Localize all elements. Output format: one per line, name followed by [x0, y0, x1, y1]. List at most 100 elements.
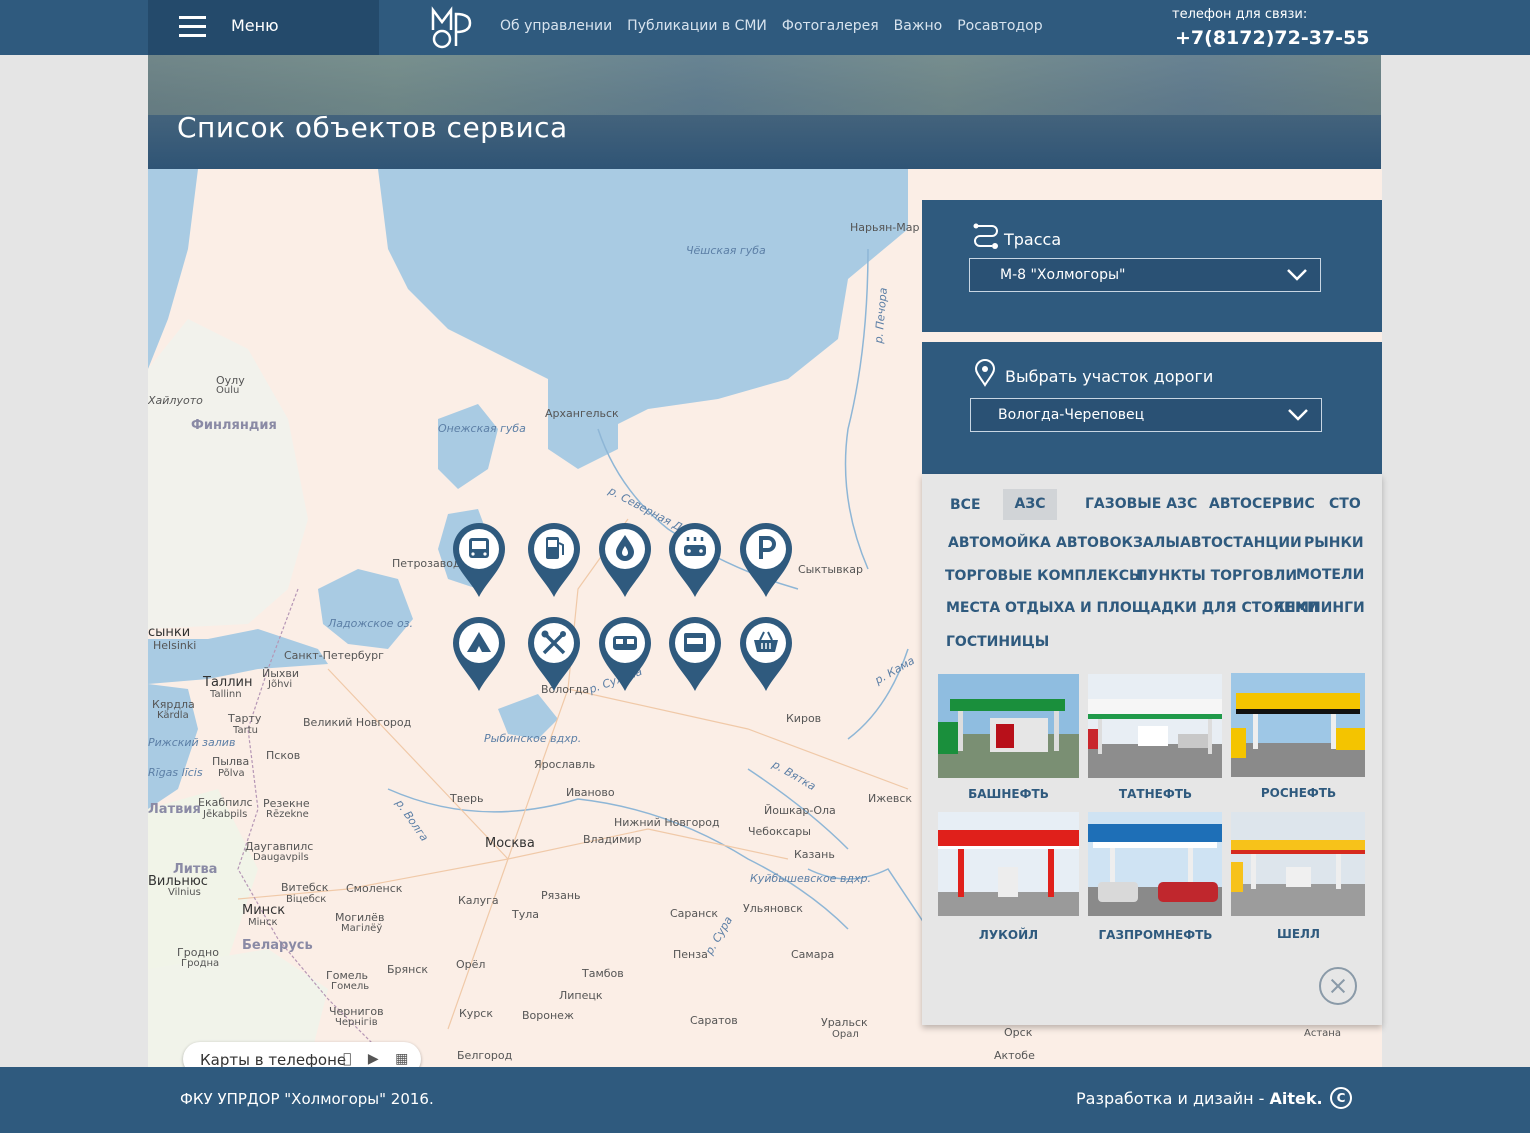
city-label: Саранск — [670, 907, 719, 920]
brand-bashneft-image[interactable] — [938, 674, 1079, 778]
city-label: Сыктывкар — [798, 563, 863, 576]
hotel-pin[interactable] — [597, 615, 653, 693]
city-label: Oulu — [216, 385, 240, 396]
route-icon — [973, 223, 998, 249]
water-label: Рижский залив — [148, 736, 236, 749]
city-label: Йошкар-Ола — [764, 804, 836, 817]
city-label: Чернігів — [335, 1017, 378, 1028]
filter-markets[interactable]: РЫНКИ — [1304, 535, 1364, 551]
city-label: Орал — [832, 1029, 859, 1040]
top-bar: Меню Об управлении Публикации в СМИ Фото… — [0, 0, 1530, 55]
filter-autoservice[interactable]: АВТОСЕРВИС — [1209, 496, 1315, 512]
market-pin[interactable] — [667, 615, 723, 693]
brand-tatneft-image[interactable] — [1088, 674, 1222, 778]
city-label: Белгород — [457, 1049, 513, 1062]
city-label: Орёл — [456, 958, 486, 971]
filter-motels[interactable]: МОТЕЛИ — [1296, 567, 1364, 583]
city-label: Рязань — [541, 889, 581, 902]
city-label: Daugavpils — [253, 852, 309, 863]
section-select[interactable]: Вологда-Череповец — [970, 398, 1322, 432]
filter-all[interactable]: ВСЕ — [950, 497, 981, 513]
camping-pin[interactable] — [451, 615, 507, 693]
menu-label[interactable]: Меню — [231, 16, 279, 35]
route-select[interactable]: М-8 "Холмогоры" — [969, 258, 1321, 292]
shop-pin[interactable] — [738, 615, 794, 693]
service-pin[interactable] — [526, 615, 582, 693]
filter-bus-terminals[interactable]: АВТОВОКЗАЛЫ — [1056, 535, 1180, 551]
brand-rosneft-name[interactable]: РОСНЕФТЬ — [1228, 786, 1369, 800]
brand-shell-name[interactable]: ШЕЛЛ — [1228, 927, 1369, 941]
city-label: Віцебск — [286, 894, 327, 905]
city-label: Великий Новгород — [303, 716, 412, 729]
close-icon[interactable] — [1319, 967, 1357, 1005]
brand-rosneft-image[interactable] — [1231, 673, 1365, 777]
city-label: Смоленск — [346, 882, 403, 895]
city-label: Тула — [512, 908, 540, 921]
page-banner: Список объектов сервиса — [148, 55, 1381, 169]
fuel-pin[interactable] — [526, 521, 582, 599]
city-label: Põlva — [218, 768, 245, 779]
filter-sto[interactable]: СТО — [1329, 496, 1361, 512]
city-label: Архангельск — [545, 407, 619, 420]
logo[interactable] — [430, 6, 476, 50]
developer-credit[interactable]: Разработка и дизайн - Aitek. — [1076, 1089, 1323, 1108]
parking-pin[interactable] — [738, 521, 794, 599]
bus-pin[interactable] — [451, 521, 507, 599]
brand-shell-image[interactable] — [1231, 812, 1365, 916]
chevron-down-icon — [1288, 409, 1308, 421]
nav-important[interactable]: Важно — [894, 18, 943, 34]
city-label: Чебоксары — [748, 825, 811, 838]
phone-label: телефон для связи: — [1172, 7, 1308, 22]
filter-bus-stations[interactable]: АВТОСТАНЦИИ — [1180, 535, 1302, 551]
filter-rest-areas[interactable]: МЕСТА ОТДЫХА И ПЛОЩАДКИ ДЛЯ СТОЯНКИ — [946, 600, 1319, 616]
brand-bashneft-name[interactable]: БАШНЕФТЬ — [938, 787, 1079, 801]
nav-about[interactable]: Об управлении — [500, 18, 612, 34]
brand-gazpromneft-name[interactable]: ГАЗПРОМНЕФТЬ — [1085, 928, 1226, 942]
route-label: Трасса — [1004, 230, 1062, 249]
nav-publications[interactable]: Публикации в СМИ — [627, 18, 767, 34]
brand-lukoil-image[interactable] — [938, 812, 1079, 916]
gas-pin[interactable] — [597, 521, 653, 599]
copyright-icon: C — [1330, 1087, 1352, 1109]
water-label: Чёшская губа — [686, 244, 766, 257]
hamburger-icon[interactable] — [179, 16, 206, 38]
city-label: Тамбов — [582, 967, 624, 980]
city-label: Санкт-Петербург — [284, 649, 384, 662]
city-label: Jēkabpils — [203, 809, 248, 820]
phone-number[interactable]: +7(8172)72-37-55 — [1175, 27, 1369, 49]
city-label: Тарту — [228, 712, 262, 725]
brand-lukoil-name[interactable]: ЛУКОЙЛ — [938, 928, 1079, 942]
filter-car-wash[interactable]: АВТОМОЙКА — [948, 535, 1051, 551]
city-label: Брянск — [387, 963, 429, 976]
filter-gas-azs[interactable]: ГАЗОВЫЕ АЗС — [1085, 496, 1197, 512]
nav-gallery[interactable]: Фотогалерея — [782, 18, 879, 34]
city-label: Нижний Новгород — [614, 816, 720, 829]
developer-name[interactable]: Aitek. — [1270, 1089, 1323, 1108]
city-label: Орск — [1004, 1026, 1033, 1039]
nav-rosavtodor[interactable]: Росавтодор — [957, 18, 1042, 34]
filter-azs[interactable]: АЗС — [1003, 489, 1057, 520]
menu-block[interactable]: Меню — [148, 0, 379, 55]
chevron-down-icon — [1287, 269, 1307, 281]
filter-hotels[interactable]: ГОСТИНИЦЫ — [946, 634, 1049, 650]
city-label: Минск — [242, 903, 286, 918]
water-label: Онежская губа — [438, 422, 526, 435]
app-store-icons:  ▶ ▦ — [343, 1051, 408, 1067]
brand-tatneft-name[interactable]: ТАТНЕФТЬ — [1085, 787, 1226, 801]
footer: ФКУ УПРДОР "Холмогоры" 2016. Разработка … — [0, 1067, 1530, 1133]
water-label: Рыбинское вдхр. — [484, 732, 582, 745]
city-label: Актобе — [994, 1049, 1035, 1062]
mobile-maps-link[interactable]: Карты в телефоне  ▶ ▦ — [183, 1042, 421, 1067]
city-label: Владимир — [583, 833, 642, 846]
brand-gazpromneft-image[interactable] — [1088, 812, 1222, 916]
car-wash-pin[interactable] — [667, 521, 723, 599]
filter-campings[interactable]: КЕМПИНГИ — [1274, 600, 1365, 616]
country-label: Латвия — [148, 802, 201, 817]
water-label: Куйбышевское вдхр. — [750, 872, 872, 885]
filter-panel: ВСЕ АЗС ГАЗОВЫЕ АЗС АВТОСЕРВИС СТО АВТОМ… — [922, 474, 1382, 1025]
route-select-value: М-8 "Холмогоры" — [1000, 267, 1126, 283]
route-panel: Трасса М-8 "Холмогоры" — [922, 200, 1382, 332]
filter-trade-points[interactable]: ПУНКТЫ ТОРГОВЛИ — [1136, 568, 1297, 584]
car-wash-icon — [684, 537, 706, 556]
filter-shopping-centers[interactable]: ТОРГОВЫЕ КОМПЛЕКСЫ — [945, 568, 1144, 584]
